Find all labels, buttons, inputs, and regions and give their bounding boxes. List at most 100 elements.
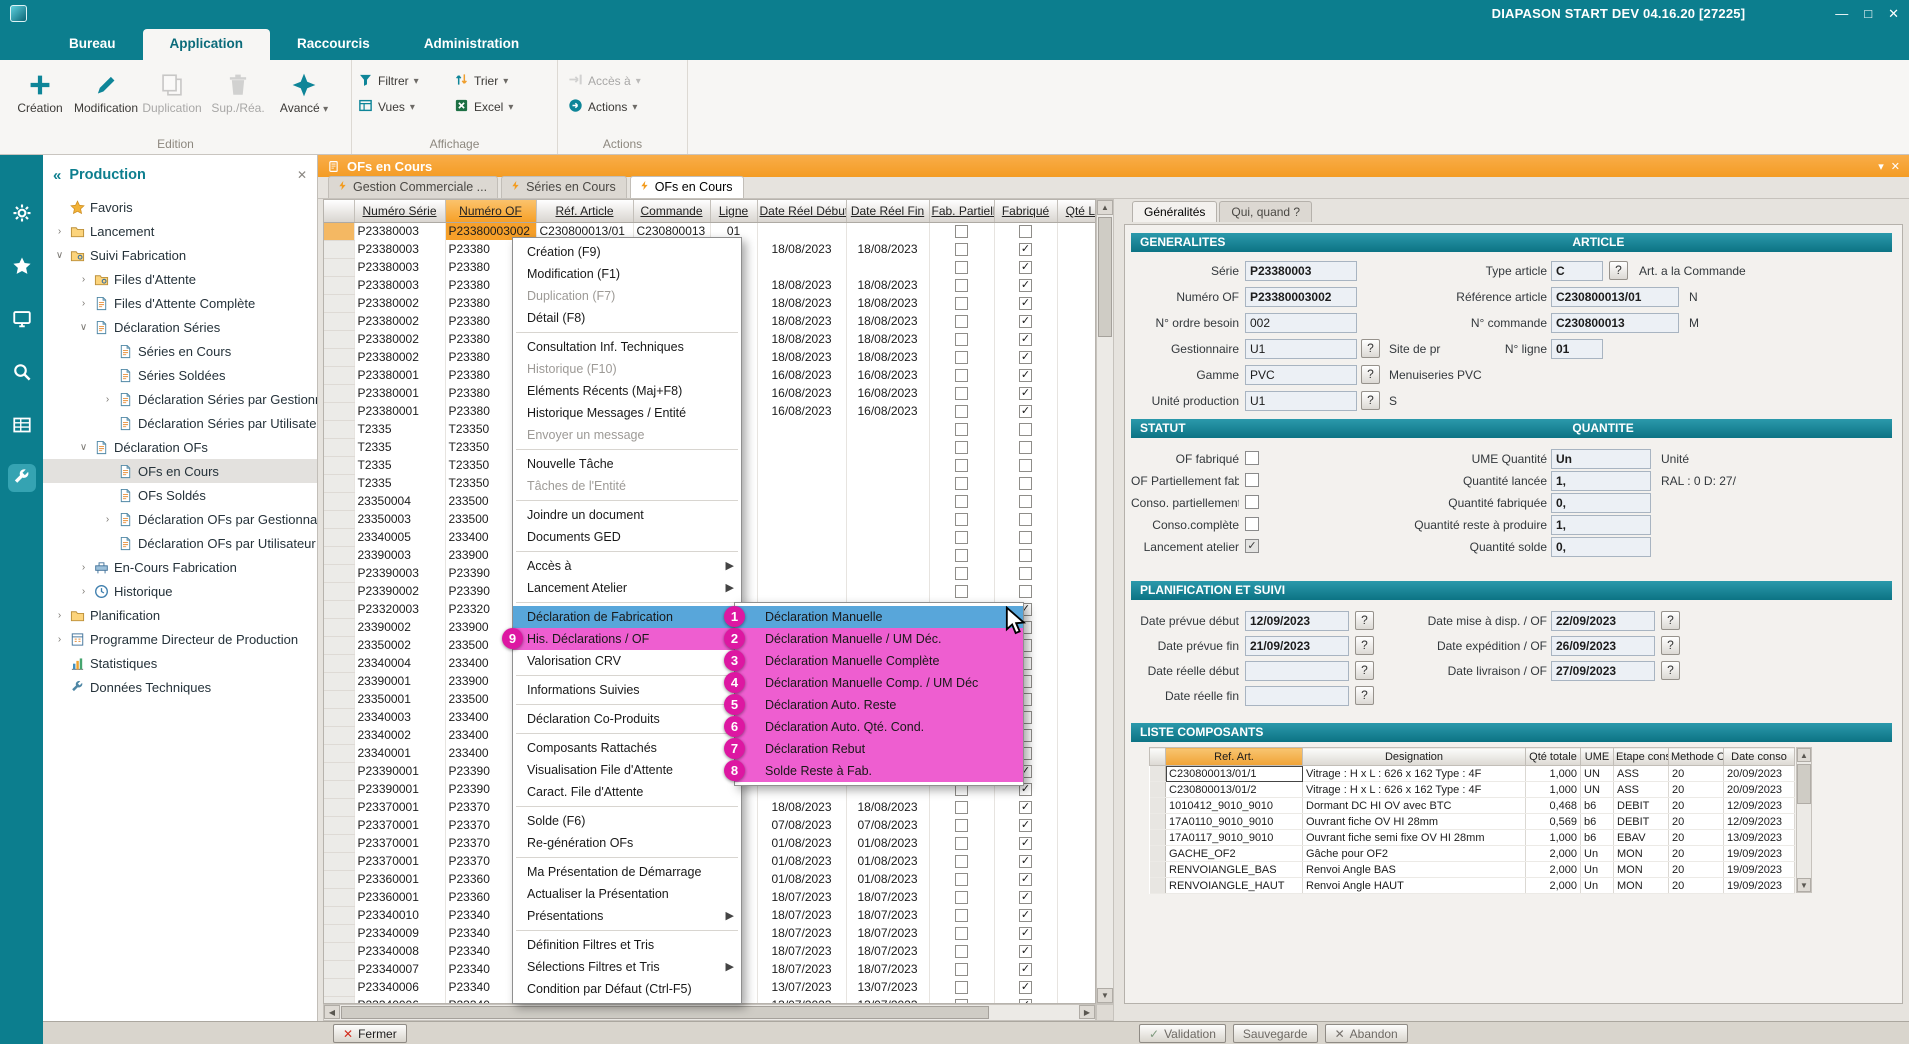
fabrique-checkbox[interactable]: ✓ xyxy=(1019,279,1032,292)
field-quantite-solde[interactable]: 0, xyxy=(1551,537,1651,557)
scroll-down-icon[interactable]: ▼ xyxy=(1797,878,1811,892)
fab-partielle-checkbox[interactable] xyxy=(955,909,968,922)
menu-item-his-declarations-of[interactable]: 9His. Déclarations / OF xyxy=(513,628,741,650)
row-selector[interactable] xyxy=(324,942,354,960)
fab-partielle-checkbox[interactable] xyxy=(955,423,968,436)
column-header-fab-partielle[interactable]: Fab. Partielle xyxy=(929,200,994,222)
row-selector[interactable] xyxy=(324,618,354,636)
panel-close-icon[interactable]: ✕ xyxy=(1891,160,1900,173)
component-row[interactable]: C230800013/01/1Vitrage : H x L : 626 x 1… xyxy=(1150,766,1795,782)
row-selector[interactable] xyxy=(324,744,354,762)
fabrique-checkbox[interactable]: ✓ xyxy=(1019,891,1032,904)
scroll-right-icon[interactable]: ▶ xyxy=(1079,1005,1095,1019)
field-quantite-fabriquee[interactable]: 0, xyxy=(1551,493,1651,513)
fabrique-checkbox[interactable] xyxy=(1019,513,1032,526)
fab-partielle-checkbox[interactable] xyxy=(955,927,968,940)
field-date-prevue-debut[interactable]: 12/09/2023 xyxy=(1245,611,1349,631)
nav-data-table-icon[interactable] xyxy=(8,411,36,439)
fab-partielle-checkbox[interactable] xyxy=(955,855,968,868)
fabrique-checkbox[interactable]: ✓ xyxy=(1019,297,1032,310)
trier-button[interactable]: Trier▾ xyxy=(454,72,550,90)
menu-tab-application[interactable]: Application xyxy=(143,29,271,60)
menu-item-declaration-co-produits[interactable]: Déclaration Co-Produits xyxy=(513,708,741,730)
menu-item-declaration-rebut[interactable]: 7Déclaration Rebut xyxy=(735,738,1023,760)
row-selector[interactable] xyxy=(324,312,354,330)
fabrique-checkbox[interactable]: ✓ xyxy=(1019,819,1032,832)
fab-partielle-checkbox[interactable] xyxy=(955,405,968,418)
menu-item-acces-a[interactable]: Accès à▶ xyxy=(513,555,741,577)
fabrique-checkbox[interactable] xyxy=(1019,477,1032,490)
row-selector[interactable] xyxy=(324,780,354,798)
checkbox-conso-complete[interactable] xyxy=(1245,517,1259,531)
row-selector[interactable] xyxy=(324,456,354,474)
sidebar-item-declaration-ofs[interactable]: ∨Déclaration OFs xyxy=(43,435,317,459)
component-row[interactable]: C230800013/01/2Vitrage : H x L : 626 x 1… xyxy=(1150,782,1795,798)
row-selector[interactable] xyxy=(324,834,354,852)
vues-button[interactable]: Vues▾ xyxy=(358,98,454,116)
row-selector[interactable] xyxy=(324,546,354,564)
sidebar-collapse-icon[interactable]: « xyxy=(53,167,61,184)
nav-favorites-icon[interactable] xyxy=(8,252,36,280)
fabrique-checkbox[interactable]: ✓ xyxy=(1019,369,1032,382)
sidebar-item-statistiques[interactable]: Statistiques xyxy=(43,651,317,675)
fabrique-checkbox[interactable] xyxy=(1019,549,1032,562)
sidebar-item-planification[interactable]: ›Planification xyxy=(43,603,317,627)
column-header-designation[interactable]: Designation xyxy=(1303,748,1526,766)
field-quantite-reste-a-produire[interactable]: 1, xyxy=(1551,515,1651,535)
component-row[interactable]: RENVOIANGLE_BASRenvoi Angle BAS2,000UnMO… xyxy=(1150,862,1795,878)
fab-partielle-checkbox[interactable] xyxy=(955,873,968,886)
scroll-left-icon[interactable]: ◀ xyxy=(324,1005,340,1019)
menu-item-re-generation-ofs[interactable]: Re-génération OFs xyxy=(513,832,741,854)
fab-partielle-checkbox[interactable] xyxy=(955,333,968,346)
fabrique-checkbox[interactable] xyxy=(1019,225,1032,238)
sidebar-close-icon[interactable]: ✕ xyxy=(297,168,307,182)
help-button[interactable]: ? xyxy=(1361,391,1380,410)
column-header-ume[interactable]: UME xyxy=(1581,748,1614,766)
menu-tab-administration[interactable]: Administration xyxy=(397,29,546,60)
fabrique-checkbox[interactable] xyxy=(1019,423,1032,436)
components-scrollbar[interactable]: ▲ ▼ xyxy=(1796,747,1812,893)
menu-item-informations-suivies[interactable]: Informations Suivies xyxy=(513,679,741,701)
row-selector[interactable] xyxy=(324,438,354,456)
row-selector[interactable] xyxy=(324,870,354,888)
column-header-qte-lan[interactable]: Qté Lan xyxy=(1057,200,1096,222)
scroll-up-icon[interactable]: ▲ xyxy=(1797,748,1811,762)
actions-button[interactable]: Actions▾ xyxy=(568,98,678,116)
row-selector[interactable] xyxy=(324,330,354,348)
menu-item-solde-reste-a-fab[interactable]: 8Solde Reste à Fab. xyxy=(735,760,1023,782)
menu-item-declaration-de-fabrication[interactable]: Déclaration de Fabrication▶ xyxy=(513,606,741,628)
creation-button[interactable]: Création xyxy=(8,65,72,115)
row-selector[interactable] xyxy=(324,474,354,492)
fab-partielle-checkbox[interactable] xyxy=(955,945,968,958)
column-header-date-conso[interactable]: Date conso xyxy=(1724,748,1795,766)
component-row[interactable]: 17A0110_9010_9010Ouvrant fiche OV HI 28m… xyxy=(1150,814,1795,830)
menu-item-nouvelle-tache[interactable]: Nouvelle Tâche xyxy=(513,453,741,475)
help-button[interactable]: ? xyxy=(1355,686,1374,705)
fabrique-checkbox[interactable]: ✓ xyxy=(1019,945,1032,958)
field-date-mise-a-disp-of[interactable]: 22/09/2023 xyxy=(1551,611,1655,631)
fabrique-checkbox[interactable] xyxy=(1019,531,1032,544)
component-row[interactable]: GACHE_OF2Gâche pour OF22,000UnMON2019/09… xyxy=(1150,846,1795,862)
scroll-thumb[interactable] xyxy=(341,1006,989,1019)
fab-partielle-checkbox[interactable] xyxy=(955,837,968,850)
fab-partielle-checkbox[interactable] xyxy=(955,441,968,454)
menu-item-selections-filtres-et-tris[interactable]: Sélections Filtres et Tris▶ xyxy=(513,956,741,978)
fabrique-checkbox[interactable] xyxy=(1019,441,1032,454)
row-selector[interactable] xyxy=(324,402,354,420)
row-selector[interactable] xyxy=(324,582,354,600)
tab-ofs-en-cours[interactable]: OFs en Cours xyxy=(630,176,744,198)
menu-item-ma-presentation-de-demarrage[interactable]: Ma Présentation de Démarrage xyxy=(513,861,741,883)
row-selector[interactable] xyxy=(324,240,354,258)
checkbox-lancement-atelier[interactable]: ✓ xyxy=(1245,539,1259,553)
menu-item-presentations[interactable]: Présentations▶ xyxy=(513,905,741,927)
fab-partielle-checkbox[interactable] xyxy=(955,315,968,328)
row-selector[interactable] xyxy=(324,726,354,744)
tab-series-en-cours[interactable]: Séries en Cours xyxy=(501,176,627,198)
column-header-date-reel-debut[interactable]: Date Réel Début xyxy=(757,200,846,222)
sidebar-item-series-soldees[interactable]: Séries Soldées xyxy=(43,363,317,387)
field-gamme[interactable]: PVC xyxy=(1245,365,1357,385)
help-button[interactable]: ? xyxy=(1661,661,1680,680)
maximize-icon[interactable]: □ xyxy=(1864,6,1872,22)
row-selector[interactable] xyxy=(324,510,354,528)
column-header-ligne[interactable]: Ligne xyxy=(710,200,757,222)
